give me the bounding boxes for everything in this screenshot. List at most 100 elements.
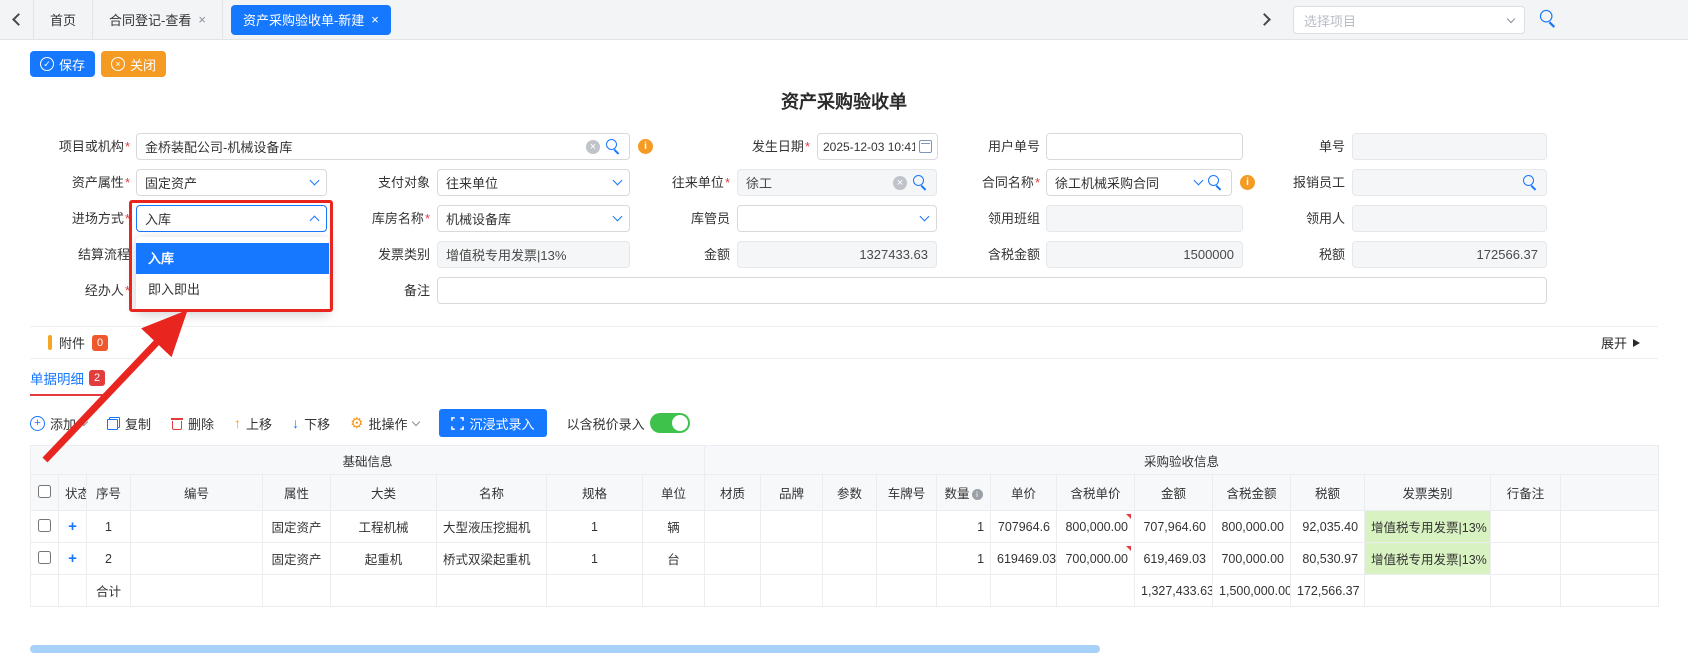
cell-status[interactable]: + bbox=[59, 511, 87, 543]
save-button[interactable]: ✓ 保存 bbox=[30, 51, 95, 77]
cell-price[interactable]: 619469.03 bbox=[991, 543, 1057, 575]
tab-label: 合同登记-查看 bbox=[109, 10, 191, 29]
tabs-scroll-right-icon[interactable] bbox=[1258, 13, 1271, 26]
warehouse-name-select[interactable]: 机械设备库 bbox=[437, 205, 630, 232]
close-button[interactable]: × 关闭 bbox=[101, 51, 166, 77]
asset-attr-select[interactable]: 固定资产 bbox=[136, 169, 327, 196]
cell-qty[interactable]: 1 bbox=[937, 511, 991, 543]
cell-category[interactable]: 起重机 bbox=[331, 543, 437, 575]
cell-spec[interactable]: 1 bbox=[547, 543, 643, 575]
cell-invoice-type[interactable]: 增值税专用发票|13% bbox=[1365, 543, 1491, 575]
horizontal-scrollbar[interactable] bbox=[30, 645, 1100, 653]
cell-spec[interactable]: 1 bbox=[547, 511, 643, 543]
cell-param[interactable] bbox=[823, 543, 877, 575]
add-row-button[interactable]: + 添加 bbox=[30, 414, 87, 433]
search-icon[interactable] bbox=[1540, 10, 1557, 27]
row-checkbox[interactable] bbox=[38, 551, 51, 564]
total-tax-included: 1,500,000.00 bbox=[1213, 575, 1291, 607]
cell-param[interactable] bbox=[823, 511, 877, 543]
close-tab-icon[interactable]: × bbox=[371, 12, 379, 27]
cell-tax-price[interactable]: 800,000.00 bbox=[1057, 511, 1135, 543]
cell-brand[interactable] bbox=[761, 543, 823, 575]
total-label: 合计 bbox=[87, 575, 131, 607]
field-label-operator: 经办人* bbox=[10, 277, 130, 304]
reimburse-staff-input[interactable] bbox=[1352, 169, 1547, 196]
cell-status[interactable]: + bbox=[59, 543, 87, 575]
column-header-code: 编号 bbox=[131, 475, 263, 511]
cell-name[interactable]: 大型液压挖掘机 bbox=[437, 511, 547, 543]
cell-code[interactable] bbox=[131, 543, 263, 575]
cell-material[interactable] bbox=[705, 543, 761, 575]
group-acceptance-info: 采购验收信息 bbox=[705, 446, 1659, 475]
contract-name-select[interactable]: 徐工机械采购合同 bbox=[1046, 169, 1232, 196]
remark-input[interactable] bbox=[437, 277, 1547, 304]
immersive-entry-button[interactable]: 沉浸式录入 bbox=[439, 409, 547, 437]
cell-material[interactable] bbox=[705, 511, 761, 543]
cell-category[interactable]: 工程机械 bbox=[331, 511, 437, 543]
cell-tax-price[interactable]: 700,000.00 bbox=[1057, 543, 1135, 575]
move-down-button[interactable]: ↓ 下移 bbox=[292, 414, 330, 433]
dropdown-option-inbound[interactable]: 入库 bbox=[136, 243, 329, 274]
cell-unit[interactable]: 辆 bbox=[643, 511, 705, 543]
tab-contract-view[interactable]: 合同登记-查看 × bbox=[93, 0, 223, 40]
cell-name[interactable]: 桥式双梁起重机 bbox=[437, 543, 547, 575]
close-tab-icon[interactable]: × bbox=[198, 12, 206, 27]
select-all-checkbox[interactable] bbox=[38, 485, 51, 498]
delete-row-button[interactable]: 删除 bbox=[171, 414, 214, 433]
table-row: + 2 固定资产 起重机 桥式双梁起重机 1 台 1 619469.03 700… bbox=[31, 543, 1659, 575]
cell-code[interactable] bbox=[131, 511, 263, 543]
cell-line-note[interactable] bbox=[1491, 543, 1561, 575]
tab-asset-acceptance-new[interactable]: 资产采购验收单-新建 × bbox=[231, 5, 391, 35]
row-select-cell bbox=[31, 511, 59, 543]
cell-plate[interactable] bbox=[877, 511, 937, 543]
cell-seq: 1 bbox=[87, 511, 131, 543]
tabs-scroll-left-icon[interactable] bbox=[12, 13, 25, 26]
tax-price-toggle[interactable] bbox=[650, 413, 690, 433]
batch-operations-button[interactable]: ⚙ 批操作 bbox=[350, 414, 418, 433]
search-icon[interactable] bbox=[606, 139, 621, 154]
column-header-brand: 品牌 bbox=[761, 475, 823, 511]
column-header-status: 状态 bbox=[59, 475, 87, 511]
move-up-button[interactable]: ↑ 上移 bbox=[234, 414, 272, 433]
field-label-warehouse-keeper: 库管员 bbox=[610, 205, 730, 232]
cell-amount: 707,964.60 bbox=[1135, 511, 1213, 543]
column-header-category: 大类 bbox=[331, 475, 437, 511]
tab-home[interactable]: 首页 bbox=[33, 0, 93, 40]
cell-price[interactable]: 707964.6 bbox=[991, 511, 1057, 543]
cell-plate[interactable] bbox=[877, 543, 937, 575]
warehouse-keeper-select[interactable] bbox=[737, 205, 937, 232]
search-icon[interactable] bbox=[1208, 175, 1223, 190]
tab-detail-lines[interactable]: 单据明细 2 bbox=[30, 368, 105, 396]
app-window: 首页 合同登记-查看 × 资产采购验收单-新建 × 选择项目 ✓ 保存 × 关闭… bbox=[0, 0, 1688, 658]
cell-invoice-type[interactable]: 增值税专用发票|13% bbox=[1365, 511, 1491, 543]
cell-unit[interactable]: 台 bbox=[643, 543, 705, 575]
group-header-row: 基础信息 采购验收信息 bbox=[31, 446, 1659, 475]
warning-icon: i bbox=[638, 139, 653, 154]
expand-button[interactable]: 展开 bbox=[1601, 333, 1640, 352]
plus-status-icon: + bbox=[68, 518, 77, 535]
cell-attr[interactable]: 固定资产 bbox=[263, 543, 331, 575]
arrow-up-icon: ↑ bbox=[234, 415, 241, 431]
field-label-pay-target: 支付对象 bbox=[310, 169, 430, 196]
clear-icon[interactable]: × bbox=[893, 176, 907, 190]
cell-brand[interactable] bbox=[761, 511, 823, 543]
cell-attr[interactable]: 固定资产 bbox=[263, 511, 331, 543]
project-org-input[interactable]: 金桥装配公司-机械设备库 × bbox=[136, 133, 630, 160]
cell-line-note[interactable] bbox=[1491, 511, 1561, 543]
project-select[interactable]: 选择项目 bbox=[1293, 6, 1525, 34]
cell-qty[interactable]: 1 bbox=[937, 543, 991, 575]
user-no-input[interactable] bbox=[1046, 133, 1243, 160]
row-checkbox[interactable] bbox=[38, 519, 51, 532]
project-select-placeholder: 选择项目 bbox=[1304, 11, 1508, 30]
entry-mode-select[interactable]: 入库 bbox=[136, 205, 327, 232]
invoice-type-input: 增值税专用发票|13% bbox=[437, 241, 630, 268]
clear-icon[interactable]: × bbox=[586, 140, 600, 154]
attachment-icon bbox=[48, 335, 52, 350]
copy-row-button[interactable]: 复制 bbox=[107, 414, 151, 433]
field-label-tax-amount: 税额 bbox=[1225, 241, 1345, 268]
search-icon[interactable] bbox=[1523, 175, 1538, 190]
column-header-invoice-type: 发票类别 bbox=[1365, 475, 1491, 511]
pay-target-select[interactable]: 往来单位 bbox=[437, 169, 630, 196]
counterparty-input[interactable]: 徐工 × bbox=[737, 169, 937, 196]
dropdown-option-in-out[interactable]: 即入即出 bbox=[136, 274, 329, 305]
